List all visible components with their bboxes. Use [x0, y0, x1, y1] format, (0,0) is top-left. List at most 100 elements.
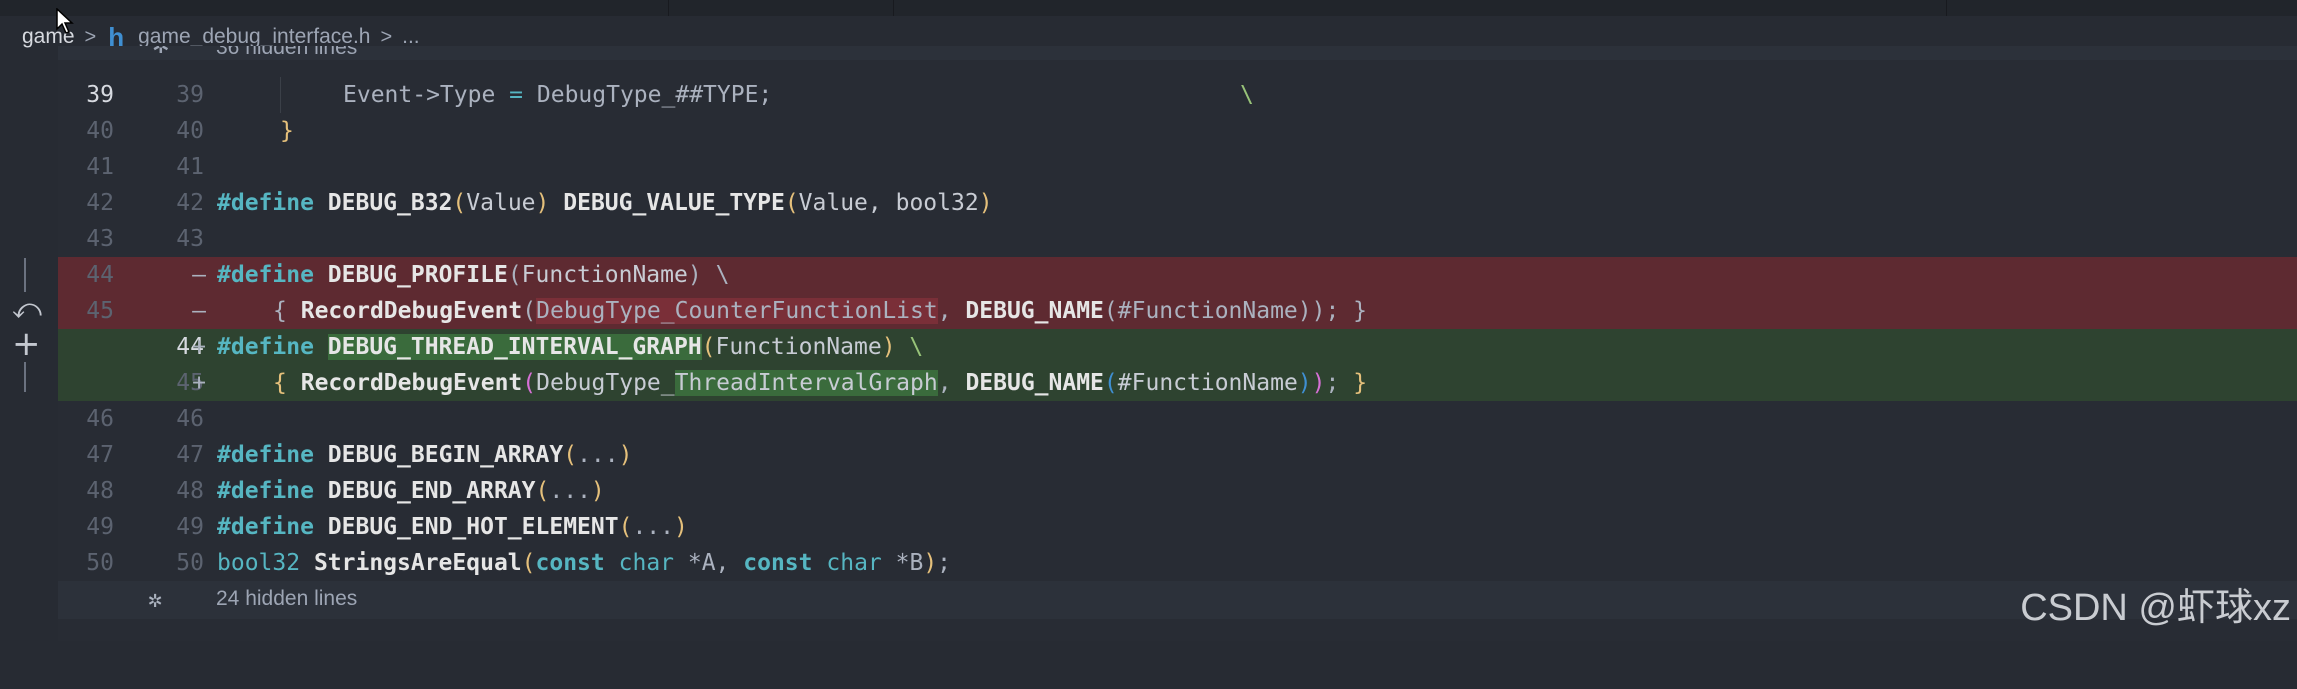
watermark: CSDN @虾球xz	[2020, 587, 2291, 629]
old-line-number: 42	[86, 190, 114, 216]
code-token: (	[1103, 298, 1118, 324]
fold-gear-icon[interactable]: ✲	[152, 46, 170, 59]
diff-gutter: ⤺ +	[0, 58, 58, 641]
code-token: DEBUG_END_ARRAY	[327, 478, 536, 504]
code-token: ;	[937, 550, 952, 576]
new-line-number: 48	[176, 478, 204, 504]
indent-guide	[280, 77, 281, 113]
code-token: *B	[881, 550, 924, 576]
code-token: RecordDebugEvent	[300, 298, 523, 324]
code-line[interactable]: 41 41	[58, 149, 2297, 185]
code-token: ;	[1325, 370, 1340, 396]
code-token: (	[521, 550, 536, 576]
old-line-number: 44	[86, 262, 114, 288]
code-token: (	[522, 370, 537, 396]
code-token: ))	[1297, 298, 1326, 324]
added-line[interactable]: 45 + { RecordDebugEvent(DebugType_Thread…	[58, 365, 2297, 401]
code-token: FunctionName	[715, 334, 882, 360]
line-continuation: \	[715, 262, 730, 288]
code-token: DEBUG_BEGIN_ARRAY	[327, 442, 564, 468]
code-token: RecordDebugEvent	[300, 370, 523, 396]
editor-tab-strip	[0, 0, 2297, 16]
code-line[interactable]: 48 48 #define DEBUG_END_ARRAY(...)	[58, 473, 2297, 509]
code-token: ; }	[1325, 298, 1368, 324]
deleted-line[interactable]: 45 — { RecordDebugEvent(DebugType_Counte…	[58, 293, 2297, 329]
code-token: char	[618, 550, 675, 576]
code-token: #define	[217, 262, 314, 288]
fold-gear-icon[interactable]: ✲	[148, 585, 162, 613]
gutter-bar	[24, 362, 26, 392]
code-line[interactable]: 42 42 #define DEBUG_B32(Value) DEBUG_VAL…	[58, 185, 2297, 221]
code-token: DEBUG_VALUE_TYPE	[563, 190, 785, 216]
tab-segment[interactable]	[0, 0, 669, 16]
code-token: =	[509, 82, 524, 108]
code-token: StringsAreEqual	[313, 550, 522, 576]
code-token: ...	[549, 478, 591, 504]
code-line[interactable]: 39 39 Event->Type = DebugType_##TYPE; \	[58, 77, 2297, 113]
code-token: )	[590, 478, 605, 504]
old-line-number: 40	[86, 118, 114, 144]
new-line-number: 40	[176, 118, 204, 144]
code-line[interactable]: 49 49 #define DEBUG_END_HOT_ELEMENT(...)	[58, 509, 2297, 545]
code-token: #define	[217, 334, 314, 360]
old-line-number: 39	[86, 82, 114, 108]
code-token: DebugType_CounterFunctionList	[536, 298, 938, 324]
expand-plus-icon[interactable]: +	[12, 324, 41, 364]
code-token: {	[273, 370, 287, 396]
new-line-number: 43	[176, 226, 204, 252]
added-line[interactable]: 44 + #define DEBUG_THREAD_INTERVAL_GRAPH…	[58, 329, 2297, 365]
code-token: )	[923, 550, 938, 576]
code-token: (	[701, 334, 716, 360]
deleted-line[interactable]: 44 — #define DEBUG_PROFILE(FunctionName)…	[58, 257, 2297, 293]
new-line-number: 47	[176, 442, 204, 468]
code-token: }	[1353, 370, 1368, 396]
deletion-marker: —	[192, 262, 206, 288]
code-token: char	[826, 550, 882, 576]
code-line[interactable]: 50 50 bool32 StringsAreEqual(const char …	[58, 545, 2297, 581]
code-token: DEBUG_PROFILE	[327, 262, 508, 288]
code-token: Value	[466, 190, 536, 216]
code-token: (	[563, 442, 578, 468]
old-line-number: 48	[86, 478, 114, 504]
tab-segment[interactable]	[669, 0, 894, 16]
old-line-number: 47	[86, 442, 114, 468]
code-line[interactable]: 46 46	[58, 401, 2297, 437]
code-token: DEBUG_NAME	[965, 298, 1104, 324]
new-line-number: 50	[176, 550, 204, 576]
code-token: const	[743, 550, 813, 576]
hidden-lines-bottom[interactable]: ✲ 24 hidden lines	[58, 581, 2297, 619]
new-line-number: 49	[176, 514, 204, 540]
code-token: {	[273, 298, 287, 324]
new-line-number: 41	[176, 154, 204, 180]
code-token: (	[618, 514, 633, 540]
line-continuation: \	[909, 334, 924, 360]
line-continuation: \	[1240, 82, 1254, 108]
hidden-lines-label: 24 hidden lines	[216, 587, 358, 610]
code-token: DEBUG_THREAD_INTERVAL_GRAPH	[327, 334, 702, 360]
code-token: DebugType_	[536, 370, 675, 396]
old-line-number: 46	[86, 406, 114, 432]
code-line[interactable]: 40 40 }	[58, 113, 2297, 149]
addition-marker: +	[192, 334, 206, 360]
code-token: )	[674, 514, 688, 540]
old-line-number: 43	[86, 226, 114, 252]
tab-segment[interactable]	[1452, 0, 1947, 16]
code-token: }	[280, 118, 294, 144]
code-token: #define	[217, 478, 314, 504]
code-line[interactable]: 43 43	[58, 221, 2297, 257]
revert-icon[interactable]: ⤺	[12, 292, 42, 326]
code-token: ...	[577, 442, 619, 468]
code-token: Event->Type	[343, 82, 510, 108]
code-token: )	[535, 190, 550, 216]
hidden-lines-top[interactable]: ✲ 36 hidden lines	[58, 46, 2297, 60]
new-line-number: 42	[176, 190, 204, 216]
old-line-number: 49	[86, 514, 114, 540]
code-line[interactable]: 47 47 #define DEBUG_BEGIN_ARRAY(...)	[58, 437, 2297, 473]
code-token: #FunctionName	[1117, 370, 1298, 396]
code-token: Value, bool32	[798, 190, 979, 216]
deletion-marker: —	[192, 298, 206, 324]
code-token: (	[1103, 370, 1118, 396]
code-token: bool32	[217, 550, 314, 576]
old-line-number: 50	[86, 550, 114, 576]
code-token: ThreadIntervalGraph	[674, 370, 938, 396]
